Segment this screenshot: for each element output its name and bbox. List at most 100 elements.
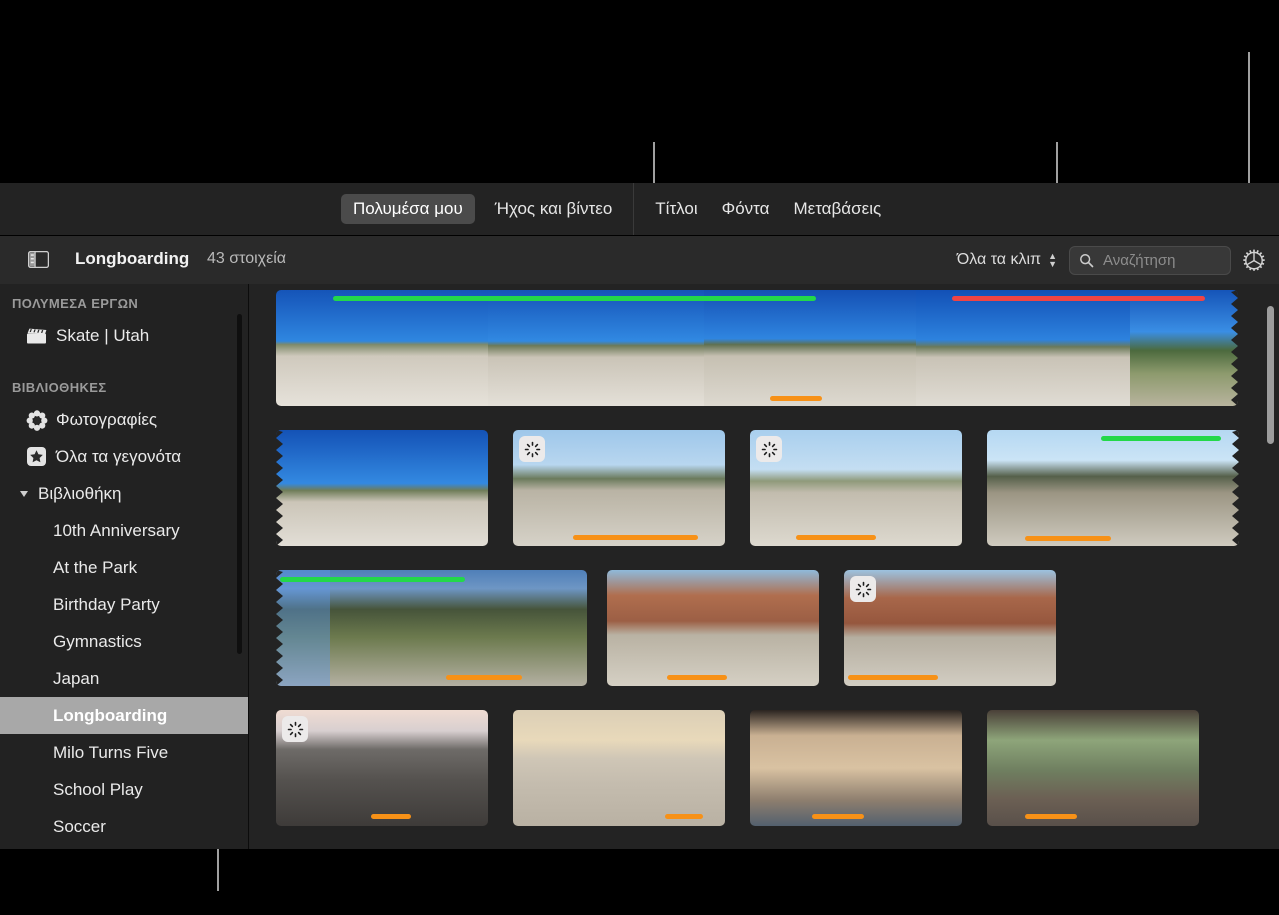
filmstrip-row-2-clip-2[interactable]: [513, 430, 725, 546]
clip-skater-green-hills[interactable]: [987, 430, 1239, 546]
favorite-marker: [1101, 436, 1221, 441]
clip-yellow-helmet-close[interactable]: [1130, 290, 1238, 406]
search-field[interactable]: [1069, 246, 1231, 275]
sidebar-toggle-button[interactable]: [24, 245, 52, 273]
search-input[interactable]: [1101, 251, 1209, 270]
sidebar-item-label: Soccer: [53, 817, 106, 837]
clip-skater-red-helmet-b[interactable]: [488, 290, 704, 406]
clip-skater-orange-shirt[interactable]: [704, 290, 916, 406]
filmstrip-torn-edge-left: [276, 570, 287, 686]
tab-backgrounds[interactable]: Φόντα: [710, 194, 782, 224]
tab-my-media[interactable]: Πολυμέσα μου: [341, 194, 475, 224]
analyzing-badge-icon: [756, 436, 782, 462]
clip-yellow-helmet-arm-up[interactable]: [276, 430, 488, 546]
used-marker: [770, 396, 822, 401]
up-down-stepper-icon[interactable]: ▲▼: [1048, 252, 1057, 268]
filmstrip-row-4-clip-4[interactable]: [987, 710, 1199, 826]
browser-title: Longboarding: [75, 249, 189, 269]
filmstrip-row-4-clip-3[interactable]: [750, 710, 962, 826]
imovie-window: Πολυμέσα μου Ήχος και βίντεο Τίτλοι Φόντ…: [0, 183, 1279, 849]
sidebar-item-all-events[interactable]: Όλα τα γεγονότα: [0, 438, 248, 475]
photos-flower-icon: [26, 409, 52, 431]
sidebar-item-birthday-party[interactable]: Birthday Party: [0, 586, 248, 623]
sidebar-item-label: At the Park: [53, 558, 137, 578]
filter-label[interactable]: Όλα τα κλιπ: [957, 251, 1041, 269]
sidebar-item-library[interactable]: Βιβλιοθήκη: [0, 475, 248, 512]
tab-list: Πολυμέσα μου Ήχος και βίντεο Τίτλοι Φόντ…: [341, 183, 893, 235]
sidebar-item-label: Gymnastics: [53, 632, 142, 652]
search-icon: [1079, 253, 1094, 268]
clip-crossroads-trading-post[interactable]: [513, 710, 725, 826]
filmstrip-row-4-clip-2[interactable]: [513, 710, 725, 826]
filmstrip-row-3-clip-1[interactable]: [276, 570, 587, 686]
section-header-libraries: ΒΙΒΛΙΟΘΗΚΕΣ: [0, 368, 248, 401]
clip-guy-in-van[interactable]: [750, 710, 962, 826]
used-marker: [446, 675, 522, 680]
filmstrip-row-2-clip-1[interactable]: [276, 430, 488, 546]
sidebar-item-10th-anniversary[interactable]: 10th Anniversary: [0, 512, 248, 549]
tab-audio-video[interactable]: Ήχος και βίντεο: [483, 194, 625, 224]
sidebar-item-milo-turns-five[interactable]: Milo Turns Five: [0, 734, 248, 771]
filmstrip-row-2-clip-4[interactable]: [987, 430, 1239, 546]
analyzing-badge-icon: [282, 716, 308, 742]
sidebar-item-at-the-park[interactable]: At the Park: [0, 549, 248, 586]
library-sidebar[interactable]: ΠΟΛΥΜΕΣΑ ΕΡΓΩΝ Skate | Utah: [0, 284, 249, 849]
clip-skater-red-helmet-a[interactable]: [276, 290, 488, 406]
filmstrip-torn-edge-right: [1228, 430, 1239, 546]
sidebar-item-label: Birthday Party: [53, 595, 160, 615]
browser-scrollbar[interactable]: [1267, 306, 1274, 444]
sidebar-item-soccer[interactable]: Soccer: [0, 808, 248, 845]
filmstrip-row-4-clip-1[interactable]: [276, 710, 488, 826]
sidebar-item-gymnastics[interactable]: Gymnastics: [0, 623, 248, 660]
favorite-marker: [280, 577, 465, 582]
browser-toolbar: Longboarding 43 στοιχεία Όλα τα κλιπ ▲▼: [0, 236, 1279, 285]
used-marker: [371, 814, 411, 819]
used-marker: [796, 535, 876, 540]
sidebar-item-longboarding[interactable]: Longboarding: [0, 697, 248, 734]
gear-icon: [1241, 247, 1267, 273]
used-marker: [848, 675, 938, 680]
clapperboard-icon: [26, 327, 52, 345]
analyzing-badge-icon: [519, 436, 545, 462]
clip-woman-in-van[interactable]: [987, 710, 1199, 826]
used-marker: [812, 814, 864, 819]
sidebar-item-label: Milo Turns Five: [53, 743, 168, 763]
settings-button[interactable]: [1237, 243, 1271, 277]
used-marker: [1025, 536, 1111, 541]
toolbar-right-group: Όλα τα κλιπ ▲▼: [957, 236, 1271, 284]
sidebar-item-label: Όλα τα γεγονότα: [56, 447, 181, 467]
sidebar-item-school-play[interactable]: School Play: [0, 771, 248, 808]
sidebar-item-label: Skate | Utah: [56, 326, 149, 346]
sidebar-item-label: Longboarding: [53, 706, 167, 726]
used-marker: [667, 675, 727, 680]
sidebar-scrollbar[interactable]: [237, 314, 242, 654]
sidebar-item-japan[interactable]: Japan: [0, 660, 248, 697]
media-browser[interactable]: [249, 284, 1279, 849]
clip-red-rocks-road[interactable]: [607, 570, 819, 686]
sidebar-item-softball[interactable]: Softball: [0, 845, 248, 849]
tab-separator: [633, 183, 634, 235]
section-header-project-media: ΠΟΛΥΜΕΣΑ ΕΡΓΩΝ: [0, 284, 248, 317]
sidebar-item-label: Japan: [53, 669, 99, 689]
screenshot-root: Πολυμέσα μου Ήχος και βίντεο Τίτλοι Φόντ…: [0, 0, 1279, 915]
favorite-marker: [706, 296, 816, 301]
rejected-marker: [952, 296, 1205, 301]
tab-titles[interactable]: Τίτλοι: [643, 194, 709, 224]
used-marker: [573, 535, 698, 540]
sidebar-item-skate-utah[interactable]: Skate | Utah: [0, 317, 248, 354]
sidebar-item-label: Βιβλιοθήκη: [38, 484, 122, 504]
clip-two-skaters-downhill[interactable]: [916, 290, 1130, 406]
filmstrip-row-1[interactable]: [276, 290, 1238, 406]
filmstrip-row-3-clip-3[interactable]: [844, 570, 1056, 686]
filmstrip-torn-edge-right: [1227, 290, 1238, 406]
browser-item-count: 43 στοιχεία: [207, 250, 286, 268]
sidebar-item-photos[interactable]: Φωτογραφίες: [0, 401, 248, 438]
filmstrip-row-3-clip-2[interactable]: [607, 570, 819, 686]
star-badge-icon: [26, 446, 52, 467]
filmstrip-row-2-clip-3[interactable]: [750, 430, 962, 546]
used-marker: [1025, 814, 1077, 819]
tab-transitions[interactable]: Μεταβάσεις: [781, 194, 893, 224]
chevron-down-icon[interactable]: [20, 491, 28, 497]
sidebar-toggle-icon: [28, 251, 49, 268]
sidebar-item-label: School Play: [53, 780, 143, 800]
